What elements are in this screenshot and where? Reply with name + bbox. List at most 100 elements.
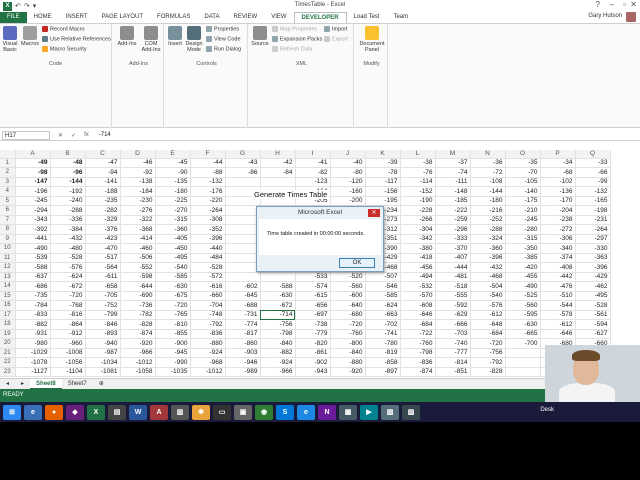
cell[interactable]: -637 — [15, 272, 51, 282]
desktop-label[interactable]: Desk — [540, 407, 554, 413]
cell[interactable]: -230 — [120, 196, 156, 206]
cell[interactable]: -684 — [470, 329, 506, 339]
cell[interactable]: -900 — [155, 338, 191, 349]
cell[interactable]: -704 — [190, 300, 226, 311]
cell[interactable]: -47 — [85, 158, 121, 168]
excel-taskbar-icon[interactable]: X — [87, 404, 105, 420]
cell[interactable]: -860 — [225, 338, 261, 349]
cell[interactable]: -117 — [365, 177, 401, 187]
cell[interactable]: -546 — [365, 281, 401, 292]
cell[interactable]: -490 — [505, 281, 541, 292]
add-ins-button[interactable]: Add-Ins — [116, 26, 138, 47]
cell[interactable]: -893 — [85, 329, 121, 339]
cell[interactable]: -190 — [400, 196, 436, 206]
cell[interactable]: -630 — [505, 319, 541, 330]
cell[interactable]: -220 — [190, 196, 226, 206]
cell[interactable]: -820 — [295, 338, 331, 349]
tab-file[interactable]: FILE — [0, 12, 27, 23]
tab-load-test[interactable]: Load Test — [347, 12, 387, 23]
cell[interactable] — [260, 272, 296, 282]
cell[interactable]: -1127 — [15, 367, 51, 377]
ie-icon[interactable]: e — [24, 404, 42, 420]
cell[interactable]: -1012 — [190, 367, 226, 377]
cell[interactable]: -738 — [295, 319, 331, 330]
column-header[interactable]: E — [155, 150, 191, 159]
cell[interactable]: -836 — [400, 357, 436, 368]
cell[interactable]: -111 — [435, 177, 471, 187]
cell[interactable]: -561 — [575, 310, 611, 320]
cell[interactable]: -276 — [120, 205, 156, 216]
cell[interactable]: -819 — [365, 348, 401, 358]
tool-icon[interactable]: ▦ — [339, 404, 357, 420]
user-name[interactable]: Gary Hutson — [588, 13, 622, 19]
cell[interactable]: -70 — [505, 167, 541, 178]
cell[interactable]: -612 — [540, 319, 576, 330]
cell[interactable]: -602 — [225, 281, 261, 292]
cell[interactable]: -578 — [540, 310, 576, 320]
cell[interactable]: -588 — [15, 262, 51, 273]
cell[interactable]: -441 — [15, 234, 51, 244]
cell[interactable]: -270 — [155, 205, 191, 216]
cell[interactable]: -481 — [435, 272, 471, 282]
document-panel-button[interactable]: Document Panel — [358, 26, 386, 53]
cell[interactable]: -630 — [155, 281, 191, 292]
cell[interactable]: -616 — [190, 281, 226, 292]
cell[interactable]: -570 — [400, 291, 436, 301]
cell[interactable]: -336 — [50, 215, 86, 225]
cell[interactable]: -507 — [365, 272, 401, 282]
map-properties-button[interactable]: Map Properties — [272, 26, 317, 32]
cell[interactable]: -39 — [365, 158, 401, 168]
cell[interactable]: -931 — [15, 329, 51, 339]
cell[interactable]: -1081 — [85, 367, 121, 377]
cell[interactable]: -560 — [505, 300, 541, 311]
cell[interactable]: -560 — [330, 281, 366, 292]
cell[interactable]: -48 — [50, 158, 86, 168]
cell[interactable]: -231 — [575, 215, 611, 225]
cell[interactable]: -46 — [120, 158, 156, 168]
cell[interactable]: -266 — [400, 215, 436, 225]
cell[interactable]: -308 — [190, 215, 226, 225]
cell[interactable]: -352 — [190, 224, 226, 235]
cell[interactable]: -188 — [85, 186, 121, 197]
row-header[interactable]: 9 — [0, 234, 16, 244]
row-header[interactable]: 21 — [0, 348, 16, 358]
cell[interactable]: -735 — [15, 291, 51, 301]
visual-studio-icon[interactable]: ◆ — [66, 404, 84, 420]
cell[interactable]: -165 — [575, 196, 611, 206]
cell[interactable]: -611 — [85, 272, 121, 282]
cell[interactable]: -705 — [85, 291, 121, 301]
cell[interactable]: -245 — [15, 196, 51, 206]
cell[interactable]: -874 — [400, 367, 436, 377]
row-header[interactable]: 2 — [0, 167, 16, 178]
help-icon[interactable]: ? — [596, 0, 600, 9]
cell[interactable]: -333 — [435, 234, 471, 244]
cell[interactable]: -990 — [155, 357, 191, 368]
cell[interactable]: -798 — [260, 329, 296, 339]
macros-button[interactable]: Macros — [20, 26, 40, 47]
cell[interactable]: -360 — [470, 243, 506, 254]
cell[interactable] — [225, 177, 261, 187]
cell[interactable]: -540 — [155, 262, 191, 273]
cell[interactable]: -987 — [85, 348, 121, 358]
cell[interactable]: -517 — [85, 253, 121, 263]
cell[interactable]: -34 — [540, 158, 576, 168]
cell[interactable]: -846 — [85, 319, 121, 330]
cell[interactable] — [260, 177, 296, 187]
cell[interactable]: -329 — [85, 215, 121, 225]
minimize-icon[interactable]: – — [610, 0, 614, 9]
dialog-close-icon[interactable]: ✕ — [368, 209, 380, 217]
cell[interactable]: -675 — [155, 291, 191, 301]
cell[interactable]: -120 — [330, 177, 366, 187]
cell[interactable] — [225, 205, 261, 216]
cell[interactable]: -882 — [260, 348, 296, 358]
cell[interactable]: -368 — [120, 224, 156, 235]
cell[interactable]: -456 — [400, 262, 436, 273]
cell[interactable]: -414 — [120, 234, 156, 244]
cell[interactable]: -585 — [155, 272, 191, 282]
cell[interactable]: -132 — [190, 177, 226, 187]
cell[interactable]: -440 — [190, 243, 226, 254]
cell[interactable]: -748 — [190, 310, 226, 320]
cell[interactable]: -470 — [85, 243, 121, 254]
cell[interactable]: -540 — [470, 291, 506, 301]
cell[interactable]: -966 — [260, 367, 296, 377]
